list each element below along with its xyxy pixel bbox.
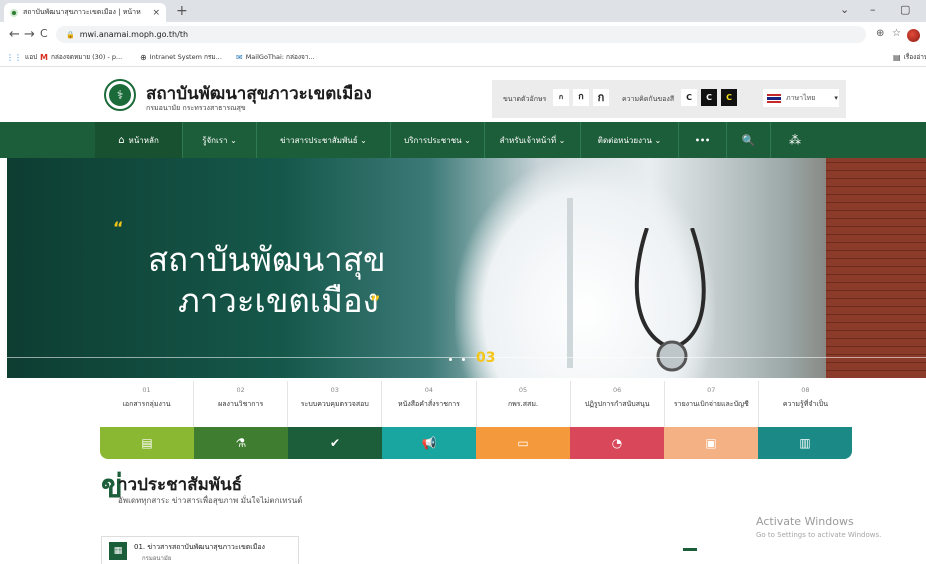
browser-tab[interactable]: สถาบันพัฒนาสุขภาวะเขตเมือง | หน้าห × [4,3,166,22]
coat-detail [567,198,573,368]
newspaper-icon: ▦ [109,542,127,560]
lock-icon: 🔒 [66,30,75,39]
contrast-yellow-button[interactable]: C [721,89,737,106]
activate-windows-subtitle: Go to Settings to activate Windows. [756,531,882,539]
bookmark-intranet[interactable]: ⊕ Intranet System กรม... [140,52,222,62]
reading-list[interactable]: ▤ เรื่องอ่าน [893,52,926,62]
nav-news[interactable]: ข่าวสารประชาสัมพันธ์ ⌄ [257,122,391,158]
hero-banner [7,158,926,378]
install-app-icon[interactable]: ⊕ [876,28,884,39]
profile-avatar[interactable] [907,29,920,42]
window-menu-icon[interactable]: ⌄ [840,3,849,16]
tab-title: สถาบันพัฒนาสุขภาวะเขตเมือง | หน้าห [23,8,141,16]
news-category-card[interactable]: ▦ 01. ข่าวสารสถาบันพัฒนาสุขภาวะเขตเมือง … [101,536,299,564]
gmail-icon: M [40,52,48,62]
reload-button[interactable]: C [40,27,48,40]
nav-services[interactable]: บริการประชาชน ⌄ [391,122,485,158]
favicon-icon [10,8,18,17]
category-color-bar: ▤ ⚗ ✔ 📢 ▭ ◔ ▣ ▥ [100,427,852,459]
slider-dot[interactable] [462,358,465,361]
nav-contact[interactable]: ติดต่อหน่วยงาน ⌄ [581,122,679,158]
quick-link-item[interactable]: 07 รายงานเบิกจ่ายและบัญชี [665,381,759,427]
caduceus-icon: ⚕ [109,84,131,106]
megaphone-icon[interactable]: 📢 [382,427,476,459]
gauge-icon[interactable]: ◔ [570,427,664,459]
hero-headline-line2: ภาวะเขตเมือง [178,281,379,320]
hero-quote-close: ” [370,292,381,311]
search-icon[interactable]: 🔍 [727,122,771,158]
quick-link-item[interactable]: 02 ผลงานวิชาการ [194,381,289,427]
bookmarks-bar: ⋮⋮ แอป M กล่องจดหมาย (30) - p... ⊕ Intra… [0,47,926,67]
language-select[interactable]: ภาษาไทย ▾ [763,89,839,107]
news-subheading: อัพเดททุกสาระ ข่าวสารเพื่อสุขภาพ มั่นใจไ… [118,496,303,505]
activate-windows-title: Activate Windows [756,515,854,528]
nav-staff[interactable]: สำหรับเจ้าหน้าที่ ⌄ [485,122,581,158]
minimize-button[interactable]: – [870,3,876,16]
font-size-small-button[interactable]: ก [553,89,569,106]
brick-wall-image [826,158,926,378]
contrast-label: ความคิดกันของสี [622,95,675,103]
nav-about[interactable]: รู้จักเรา ⌄ [183,122,257,158]
globe-icon: ⊕ [140,52,147,62]
stethoscope-icon [634,228,706,372]
quick-link-item[interactable]: 08 ความรู้ที่จำเป็น [759,381,852,427]
chevron-down-icon: ▾ [834,94,838,102]
url-text: mwi.anamai.moph.go.th/th [79,30,189,39]
department-logo[interactable]: ⚕ [104,79,136,111]
sitemap-icon[interactable]: ⁂ [771,122,819,158]
font-size-medium-button[interactable]: ก [573,89,589,106]
id-card-icon[interactable]: ▭ [476,427,570,459]
check-icon[interactable]: ✔ [288,427,382,459]
news-card-title: 01. ข่าวสารสถาบันพัฒนาสุขภาวะเขตเมือง [134,543,265,551]
nav-home[interactable]: ⌂ หน้าหลัก [95,122,183,158]
money-icon[interactable]: ▣ [664,427,758,459]
section-underline [683,548,697,551]
document-icon[interactable]: ▤ [100,427,194,459]
slider-track [7,357,926,358]
maximize-button[interactable]: ▢ [900,3,910,16]
quick-link-item[interactable]: 05 กพร.สสม. [477,381,571,427]
flask-icon[interactable]: ⚗ [194,427,288,459]
news-card-subtitle: กรมอนามัย [142,555,172,562]
org-subtitle: กรมอนามัย กระทรวงสาธารณสุข [146,104,246,112]
quick-links: 01 เอกสารกลุ่มงาน 02 ผลงานวิชาการ 03 ระบบคว… [100,381,852,427]
quick-link-item[interactable]: 04 หนังสือคำสั่งราชการ [382,381,477,427]
bookmark-mailgothai[interactable]: ✉ MailGoThai: กล่องจา... [236,52,315,62]
home-icon: ⌂ [118,134,125,146]
slide-number: 03 [476,350,496,366]
language-label: ภาษาไทย [786,93,816,102]
book-icon[interactable]: ▥ [758,427,852,459]
quick-link-item[interactable]: 06 ปฏิรูปการกำสนับสนุน [571,381,665,427]
bookmark-gmail[interactable]: M กล่องจดหมาย (30) - p... [40,52,122,62]
contrast-dark-button[interactable]: C [701,89,717,106]
more-icon[interactable]: ••• [679,122,727,158]
quick-link-item[interactable]: 01 เอกสารกลุ่มงาน [100,381,195,427]
bookmark-star-icon[interactable]: ☆ [892,28,901,39]
address-bar[interactable]: 🔒 mwi.anamai.moph.go.th/th [56,26,866,43]
font-size-large-button[interactable]: ก [593,89,609,106]
reading-list-icon: ▤ [893,52,901,62]
forward-button[interactable]: → [24,27,35,42]
main-nav: ⌂ หน้าหลัก รู้จักเรา ⌄ ข่าวสารประชาสัมพั… [0,122,926,158]
bookmark-apps[interactable]: ⋮⋮ แอป [6,52,37,62]
tab-close-icon[interactable]: × [152,8,160,18]
back-button[interactable]: ← [9,27,20,42]
contrast-normal-button[interactable]: C [681,89,697,106]
new-tab-button[interactable]: + [176,3,188,19]
quick-link-item[interactable]: 03 ระบบควบคุมตรวจสอบ [288,381,383,427]
hero-quote-open: “ [113,218,124,237]
slider-dot[interactable] [449,358,452,361]
thai-flag-icon [767,93,781,103]
font-size-label: ขนาดตัวอักษร [503,95,547,103]
grid-icon: ⋮⋮ [6,52,22,62]
mailgothai-icon: ✉ [236,52,243,62]
